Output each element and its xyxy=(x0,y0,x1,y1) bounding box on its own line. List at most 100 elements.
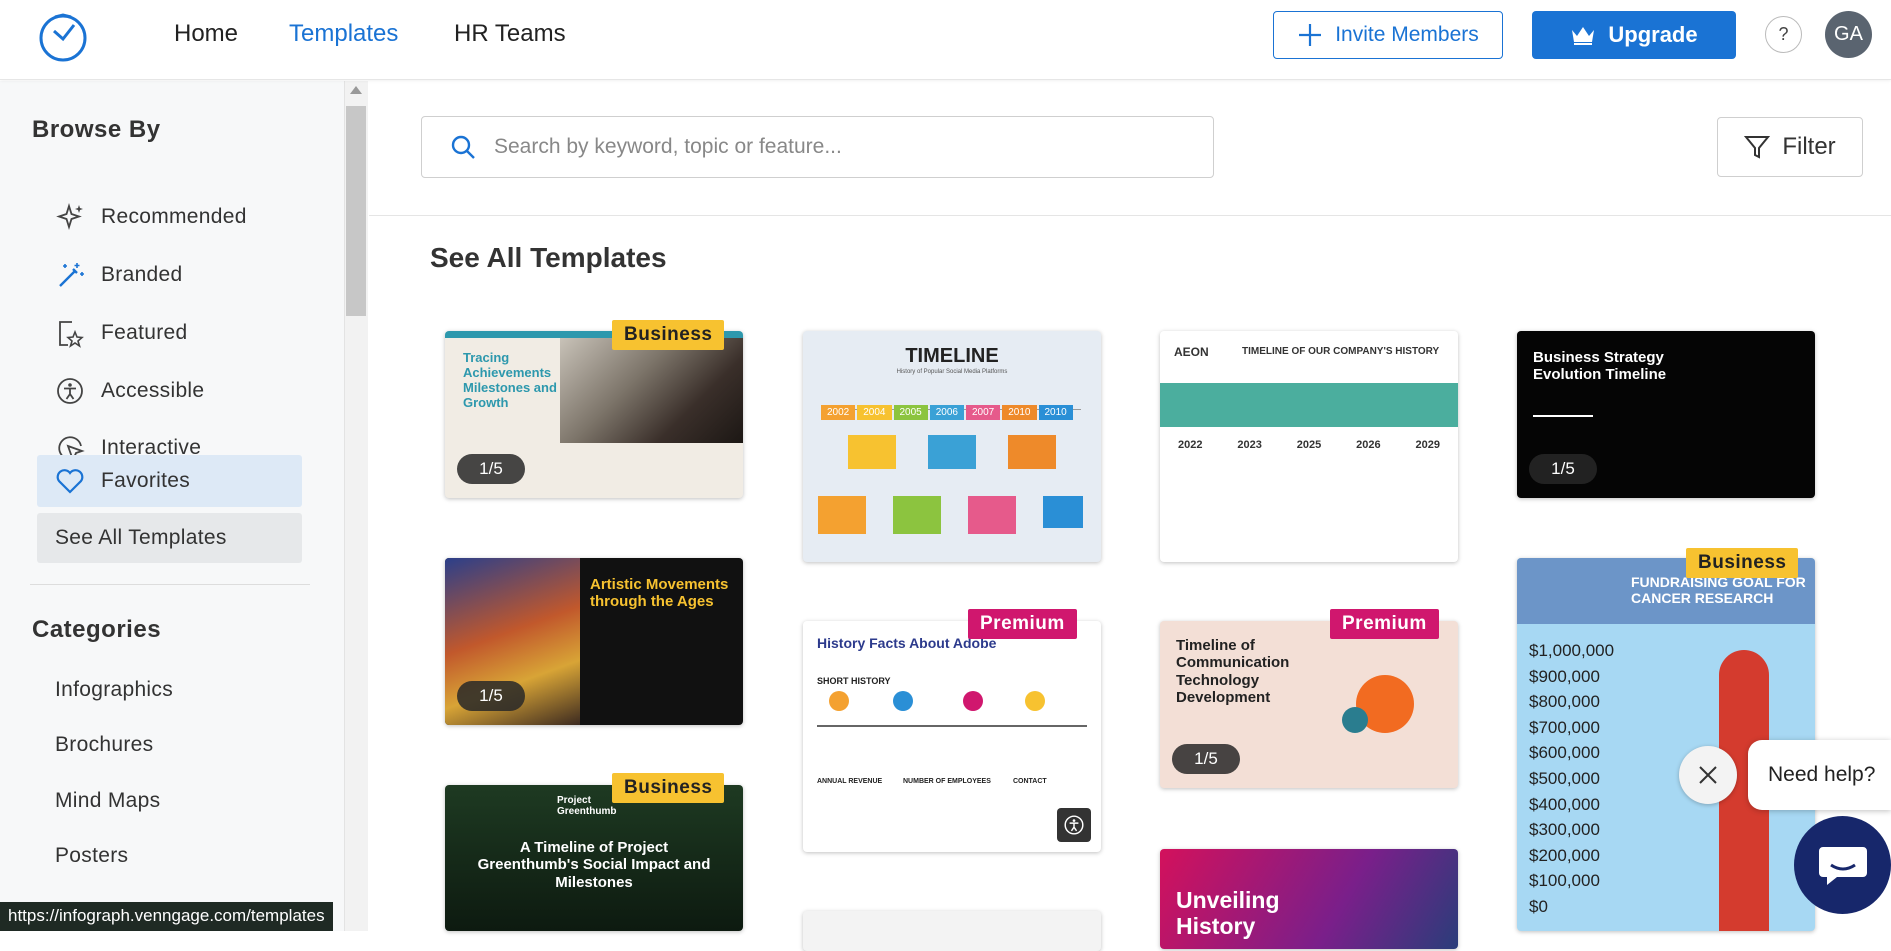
magic-wand-icon xyxy=(59,263,84,287)
sidebar-scrollbar-thumb[interactable] xyxy=(346,106,366,316)
template-card[interactable]: Artistic Movements through the Ages 1/5 xyxy=(445,558,743,725)
template-card[interactable]: History Facts About Adobe SHORT HISTORY … xyxy=(803,621,1101,852)
timeline-box xyxy=(818,496,866,534)
timeline-year: 2002 xyxy=(821,405,856,420)
timeline-dot xyxy=(963,691,983,711)
timeline-year: 2029 xyxy=(1415,439,1440,451)
upgrade-button[interactable]: Upgrade xyxy=(1532,11,1736,59)
sidebar-item-label: Accessible xyxy=(101,379,205,402)
sidebar-item-accessible[interactable]: Accessible xyxy=(37,365,302,417)
amount-label: $900,000 xyxy=(1529,666,1600,686)
section-heading: See All Templates xyxy=(430,242,667,273)
card-rule xyxy=(1533,415,1593,417)
amount-axis: $1,000,000 $900,000 $800,000 $700,000 $6… xyxy=(1529,638,1614,920)
card-title: Business Strategy Evolution Timeline xyxy=(1533,349,1667,384)
search-placeholder: Search by keyword, topic or feature... xyxy=(494,135,842,158)
card-title: Timeline of Communication Technology Dev… xyxy=(1176,637,1290,706)
timeline-line xyxy=(817,725,1087,727)
chat-help-prompt[interactable]: Need help? xyxy=(1748,740,1891,810)
close-chat-prompt-button[interactable] xyxy=(1679,746,1737,804)
sidebar-item-label: Branded xyxy=(101,263,183,286)
invite-members-label: Invite Members xyxy=(1335,23,1479,46)
accessible-badge xyxy=(1057,808,1091,842)
card-title: TIMELINE OF OUR COMPANY'S HISTORY xyxy=(1242,346,1440,357)
card-page-indicator: 1/5 xyxy=(1529,454,1597,484)
category-mind-maps[interactable]: Mind Maps xyxy=(55,789,160,813)
timeline-year: 2004 xyxy=(857,405,892,420)
plus-icon xyxy=(1299,24,1322,46)
sidebar-item-label: Recommended xyxy=(101,205,247,228)
sidebar-item-featured[interactable]: Featured xyxy=(37,307,302,359)
accessibility-icon xyxy=(1064,815,1084,835)
card-title: Unveiling History xyxy=(1176,887,1280,940)
top-navigation-bar: Home Templates HR Teams Invite Members U… xyxy=(0,0,1891,80)
category-infographics[interactable]: Infographics xyxy=(55,678,173,702)
amount-label: $700,000 xyxy=(1529,717,1600,737)
chat-bubble-icon xyxy=(1818,847,1867,885)
timeline-year: 2010 xyxy=(1038,405,1073,420)
template-card[interactable]: Timeline of Communication Technology Dev… xyxy=(1160,621,1458,788)
category-posters[interactable]: Posters xyxy=(55,844,128,868)
template-card[interactable] xyxy=(803,911,1101,951)
sidebar-item-see-all-templates[interactable]: See All Templates xyxy=(37,513,302,563)
timeline-box xyxy=(848,435,896,469)
browse-by-heading: Browse By xyxy=(32,116,161,143)
timeline-box xyxy=(893,496,941,534)
amount-label: $800,000 xyxy=(1529,692,1600,712)
sidebar-item-label: Favorites xyxy=(101,469,191,492)
template-card[interactable]: Tracing Achievements Milestones and Grow… xyxy=(445,331,743,498)
card-section-label: ANNUAL REVENUE xyxy=(817,778,883,785)
nav-templates[interactable]: Templates xyxy=(289,20,398,48)
amount-label: $300,000 xyxy=(1529,820,1600,840)
premium-badge: Premium xyxy=(968,609,1077,639)
amount-label: $0 xyxy=(1529,896,1548,916)
card-subtitle: History of Popular Social Media Platform… xyxy=(896,369,1008,375)
sidebar-item-label: See All Templates xyxy=(55,526,227,549)
template-card[interactable]: Unveiling History xyxy=(1160,849,1458,949)
timeline-years: 2002 2004 2005 2006 2007 2010 2010 xyxy=(821,405,1073,420)
invite-members-button[interactable]: Invite Members xyxy=(1273,11,1503,59)
crown-icon xyxy=(1572,27,1595,45)
business-badge: Business xyxy=(612,773,725,803)
venngage-logo-icon[interactable] xyxy=(36,9,90,63)
sparkle-icon xyxy=(56,202,83,231)
sidebar-item-favorites[interactable]: Favorites xyxy=(37,455,302,507)
amount-label: $200,000 xyxy=(1529,845,1600,865)
sidebar: Browse By Recommended Branded Featured A… xyxy=(0,81,345,931)
heart-icon xyxy=(56,469,84,494)
featured-star-icon xyxy=(59,321,84,348)
card-section-label: SHORT HISTORY xyxy=(817,676,891,686)
sidebar-item-label: Featured xyxy=(101,321,188,344)
amount-label: $600,000 xyxy=(1529,743,1600,763)
help-button[interactable]: ? xyxy=(1765,16,1802,53)
sidebar-item-branded[interactable]: Branded xyxy=(37,249,302,301)
timeline-box xyxy=(1008,435,1056,469)
filter-funnel-icon xyxy=(1744,136,1771,159)
template-card[interactable]: Project Greenthumb A Timeline of Project… xyxy=(445,785,743,931)
card-title: FUNDRAISING GOAL FOR CANCER RESEARCH xyxy=(1631,574,1806,607)
sidebar-item-recommended[interactable]: Recommended xyxy=(37,191,302,243)
timeline-year: 2007 xyxy=(966,405,1001,420)
timeline-year: 2023 xyxy=(1237,439,1262,451)
card-section-label: CONTACT xyxy=(1013,778,1047,785)
filter-button[interactable]: Filter xyxy=(1717,117,1863,177)
sidebar-divider xyxy=(30,584,310,585)
timeline-box xyxy=(1043,496,1083,528)
card-title: Tracing Achievements Milestones and Grow… xyxy=(463,350,557,410)
card-page-indicator: 1/5 xyxy=(457,454,525,484)
user-avatar[interactable]: GA xyxy=(1825,11,1872,58)
search-input[interactable]: Search by keyword, topic or feature... xyxy=(421,116,1214,178)
template-card[interactable]: TIMELINE History of Popular Social Media… xyxy=(803,331,1101,562)
nav-hr-teams[interactable]: HR Teams xyxy=(454,20,566,48)
chat-launcher-button[interactable] xyxy=(1794,816,1891,914)
template-card[interactable]: AEON TIMELINE OF OUR COMPANY'S HISTORY 2… xyxy=(1160,331,1458,562)
timeline-dot xyxy=(1025,691,1045,711)
timeline-year: 2006 xyxy=(929,405,964,420)
template-card[interactable]: Business Strategy Evolution Timeline 1/5 xyxy=(1517,331,1815,498)
nav-home[interactable]: Home xyxy=(174,20,238,48)
card-title: Artistic Movements through the Ages xyxy=(590,576,729,611)
category-brochures[interactable]: Brochures xyxy=(55,733,153,757)
card-page-indicator: 1/5 xyxy=(1172,744,1240,774)
search-icon xyxy=(451,135,475,159)
scroll-up-arrow-icon[interactable] xyxy=(350,86,362,94)
